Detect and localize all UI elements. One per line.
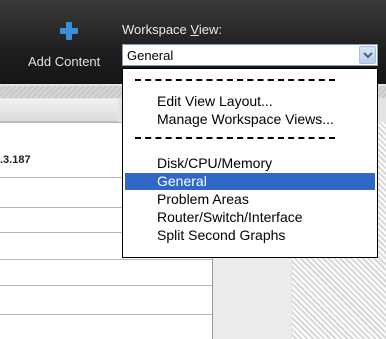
plus-icon [60, 22, 78, 40]
dropdown-toggle-button[interactable] [359, 46, 376, 64]
add-content-button[interactable]: Add Content [28, 12, 118, 72]
workspace-view-dropdown: Edit View Layout... Manage Workspace Vie… [122, 68, 378, 258]
column-header [0, 99, 118, 122]
separator [135, 79, 335, 81]
add-content-label: Add Content [28, 54, 101, 69]
workspace-view-label: Workspace View: [122, 22, 222, 37]
separator [135, 137, 335, 139]
menu-item-manage-workspace-views[interactable]: Manage Workspace Views... [125, 111, 375, 128]
menu-item-general[interactable]: General [125, 173, 375, 190]
ip-address-cell: .3.187 [0, 154, 31, 166]
selected-view-value: General [127, 48, 174, 63]
table-row-divider [0, 314, 212, 315]
table-row-divider [0, 259, 212, 260]
menu-item-router-switch-interface[interactable]: Router/Switch/Interface [125, 209, 375, 226]
table-row-divider [0, 285, 212, 286]
menu-item-problem-areas[interactable]: Problem Areas [125, 191, 375, 208]
menu-item-split-second-graphs[interactable]: Split Second Graphs [125, 227, 375, 244]
menu-item-edit-view-layout[interactable]: Edit View Layout... [125, 93, 375, 110]
workspace-view-select[interactable]: General [122, 44, 378, 66]
menu-item-disk-cpu-memory[interactable]: Disk/CPU/Memory [125, 155, 375, 172]
chevron-down-icon [363, 52, 373, 59]
